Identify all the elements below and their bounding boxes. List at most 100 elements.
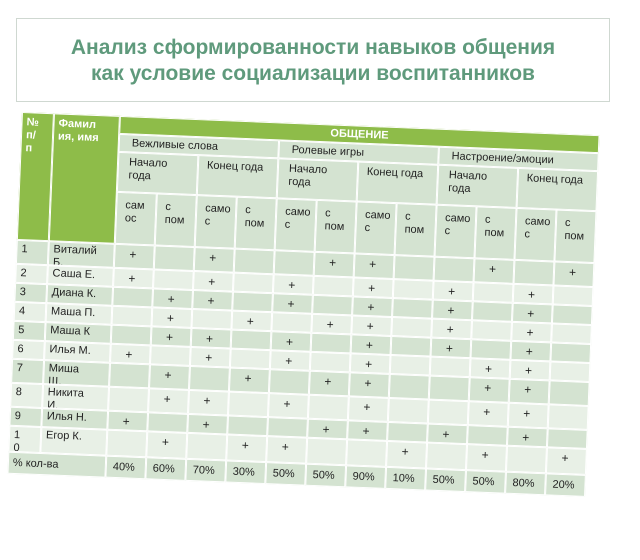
row-1-col-2: + — [192, 271, 234, 292]
row-0-col-7 — [393, 255, 435, 281]
plus-mark: + — [442, 427, 450, 442]
row-7-col-0 — [108, 386, 150, 413]
row-0-col-6: + — [353, 253, 395, 280]
plus-mark: + — [285, 334, 294, 350]
row-num-2-text: 3 — [19, 286, 27, 299]
row-num-4-text: 5 — [18, 324, 25, 337]
row-6-col-7 — [388, 373, 430, 400]
plus-mark: + — [362, 423, 370, 439]
plus-mark: + — [241, 438, 250, 453]
row-1-col-10: + — [512, 283, 554, 305]
plus-mark: + — [367, 300, 375, 315]
row-name-6-text: Миша Щ. — [47, 362, 80, 387]
plus-mark: + — [166, 310, 175, 326]
plus-mark: + — [364, 375, 372, 391]
row-name-4-text: Маша К — [50, 324, 91, 338]
header-end-1: Конец года — [356, 161, 439, 205]
row-num-7: 8 — [10, 382, 44, 409]
header-self-4: само с — [274, 198, 317, 252]
row-name-5: Илья М. — [44, 341, 111, 363]
header-self-2: само с — [194, 195, 237, 249]
row-5-col-4: + — [269, 350, 311, 371]
row-2-col-4: + — [272, 293, 313, 314]
row-num-8-text: 9 — [14, 409, 22, 423]
summary-value-9: 50% — [465, 470, 506, 494]
row-2-col-10: + — [511, 302, 553, 324]
plus-mark: + — [122, 414, 130, 429]
plus-mark: + — [129, 247, 137, 262]
header-start-0-text: Начало года — [128, 156, 168, 183]
row-4-col-2: + — [190, 327, 232, 349]
row-2-col-7 — [392, 298, 433, 319]
row-2-col-8: + — [432, 299, 473, 321]
row-9-col-11: + — [545, 447, 587, 475]
row-9-col-10 — [505, 445, 547, 474]
row-1-col-8: + — [432, 280, 474, 302]
summary-value-6-text: 90% — [352, 470, 375, 484]
row-num-3: 4 — [13, 301, 47, 323]
row-6-col-0 — [109, 362, 150, 389]
row-6-col-1: + — [149, 364, 190, 390]
plus-mark: + — [365, 337, 374, 353]
row-0-col-8 — [433, 256, 475, 283]
header-self-6: само с — [354, 201, 397, 256]
row-7-col-7 — [387, 397, 429, 424]
row-9-col-3: + — [226, 434, 268, 463]
plus-mark: + — [326, 317, 335, 332]
row-5-col-11 — [549, 361, 591, 382]
row-4-col-6: + — [350, 334, 392, 355]
header-start-1-text: Начало года — [288, 162, 328, 189]
summary-label-text: % кол-ва — [12, 456, 59, 471]
summary-value-8: 50% — [425, 468, 466, 493]
header-group-1-text: Ролевые игры — [291, 143, 365, 159]
plus-mark: + — [484, 361, 493, 377]
row-5-col-1 — [149, 345, 191, 366]
row-4-col-11 — [550, 342, 592, 364]
row-num-6-text: 7 — [16, 361, 24, 375]
row-name-8: Илья Н. — [41, 408, 109, 430]
row-num-1-text: 2 — [20, 267, 27, 280]
plus-mark: + — [366, 319, 374, 334]
row-8-col-5: + — [307, 418, 348, 440]
plus-mark: + — [283, 396, 291, 412]
row-6-col-8 — [428, 375, 470, 402]
row-1-col-9 — [472, 282, 514, 303]
row-6-col-4 — [268, 369, 310, 395]
header-name: Фамил ия, имя — [48, 113, 120, 244]
plus-mark: + — [363, 399, 371, 415]
row-5-col-8 — [429, 356, 471, 378]
row-name-8-text: Илья Н. — [46, 410, 88, 424]
row-8-col-4 — [267, 417, 308, 438]
plus-mark: + — [488, 261, 497, 277]
row-3-col-10: + — [511, 321, 552, 343]
summary-value-1-text: 60% — [152, 462, 176, 476]
header-self-10-text: само с — [524, 215, 551, 241]
plus-mark: + — [281, 439, 290, 454]
plus-mark: + — [164, 367, 172, 383]
row-num-1: 2 — [15, 263, 48, 285]
summary-value-6: 90% — [345, 465, 387, 489]
row-2-col-9 — [472, 301, 513, 322]
row-8-col-9 — [467, 425, 508, 446]
row-num-0: 1 — [15, 239, 49, 266]
row-name-7-text: Никита И. — [47, 386, 85, 411]
row-num-9: 1 0 — [8, 425, 42, 454]
row-8-col-2: + — [187, 413, 228, 435]
row-name-5-text: Илья М. — [49, 343, 92, 357]
header-num: № п/ п — [16, 112, 54, 242]
row-9-col-5 — [306, 437, 348, 466]
plus-mark: + — [205, 350, 213, 365]
summary-value-7-text: 10% — [392, 472, 415, 486]
row-3-col-1: + — [151, 307, 193, 328]
plus-mark: + — [163, 391, 171, 407]
header-group-0-text: Вежливые слова — [131, 137, 219, 153]
plus-mark: + — [446, 322, 454, 337]
plus-mark: + — [526, 325, 534, 340]
summary-value-4: 50% — [265, 462, 307, 486]
row-0-col-2: + — [193, 247, 235, 273]
plus-mark: + — [208, 274, 216, 289]
plus-mark: + — [447, 284, 456, 299]
summary-value-9-text: 50% — [472, 475, 495, 489]
row-num-6: 7 — [11, 358, 45, 385]
row-0-col-5: + — [313, 251, 355, 278]
